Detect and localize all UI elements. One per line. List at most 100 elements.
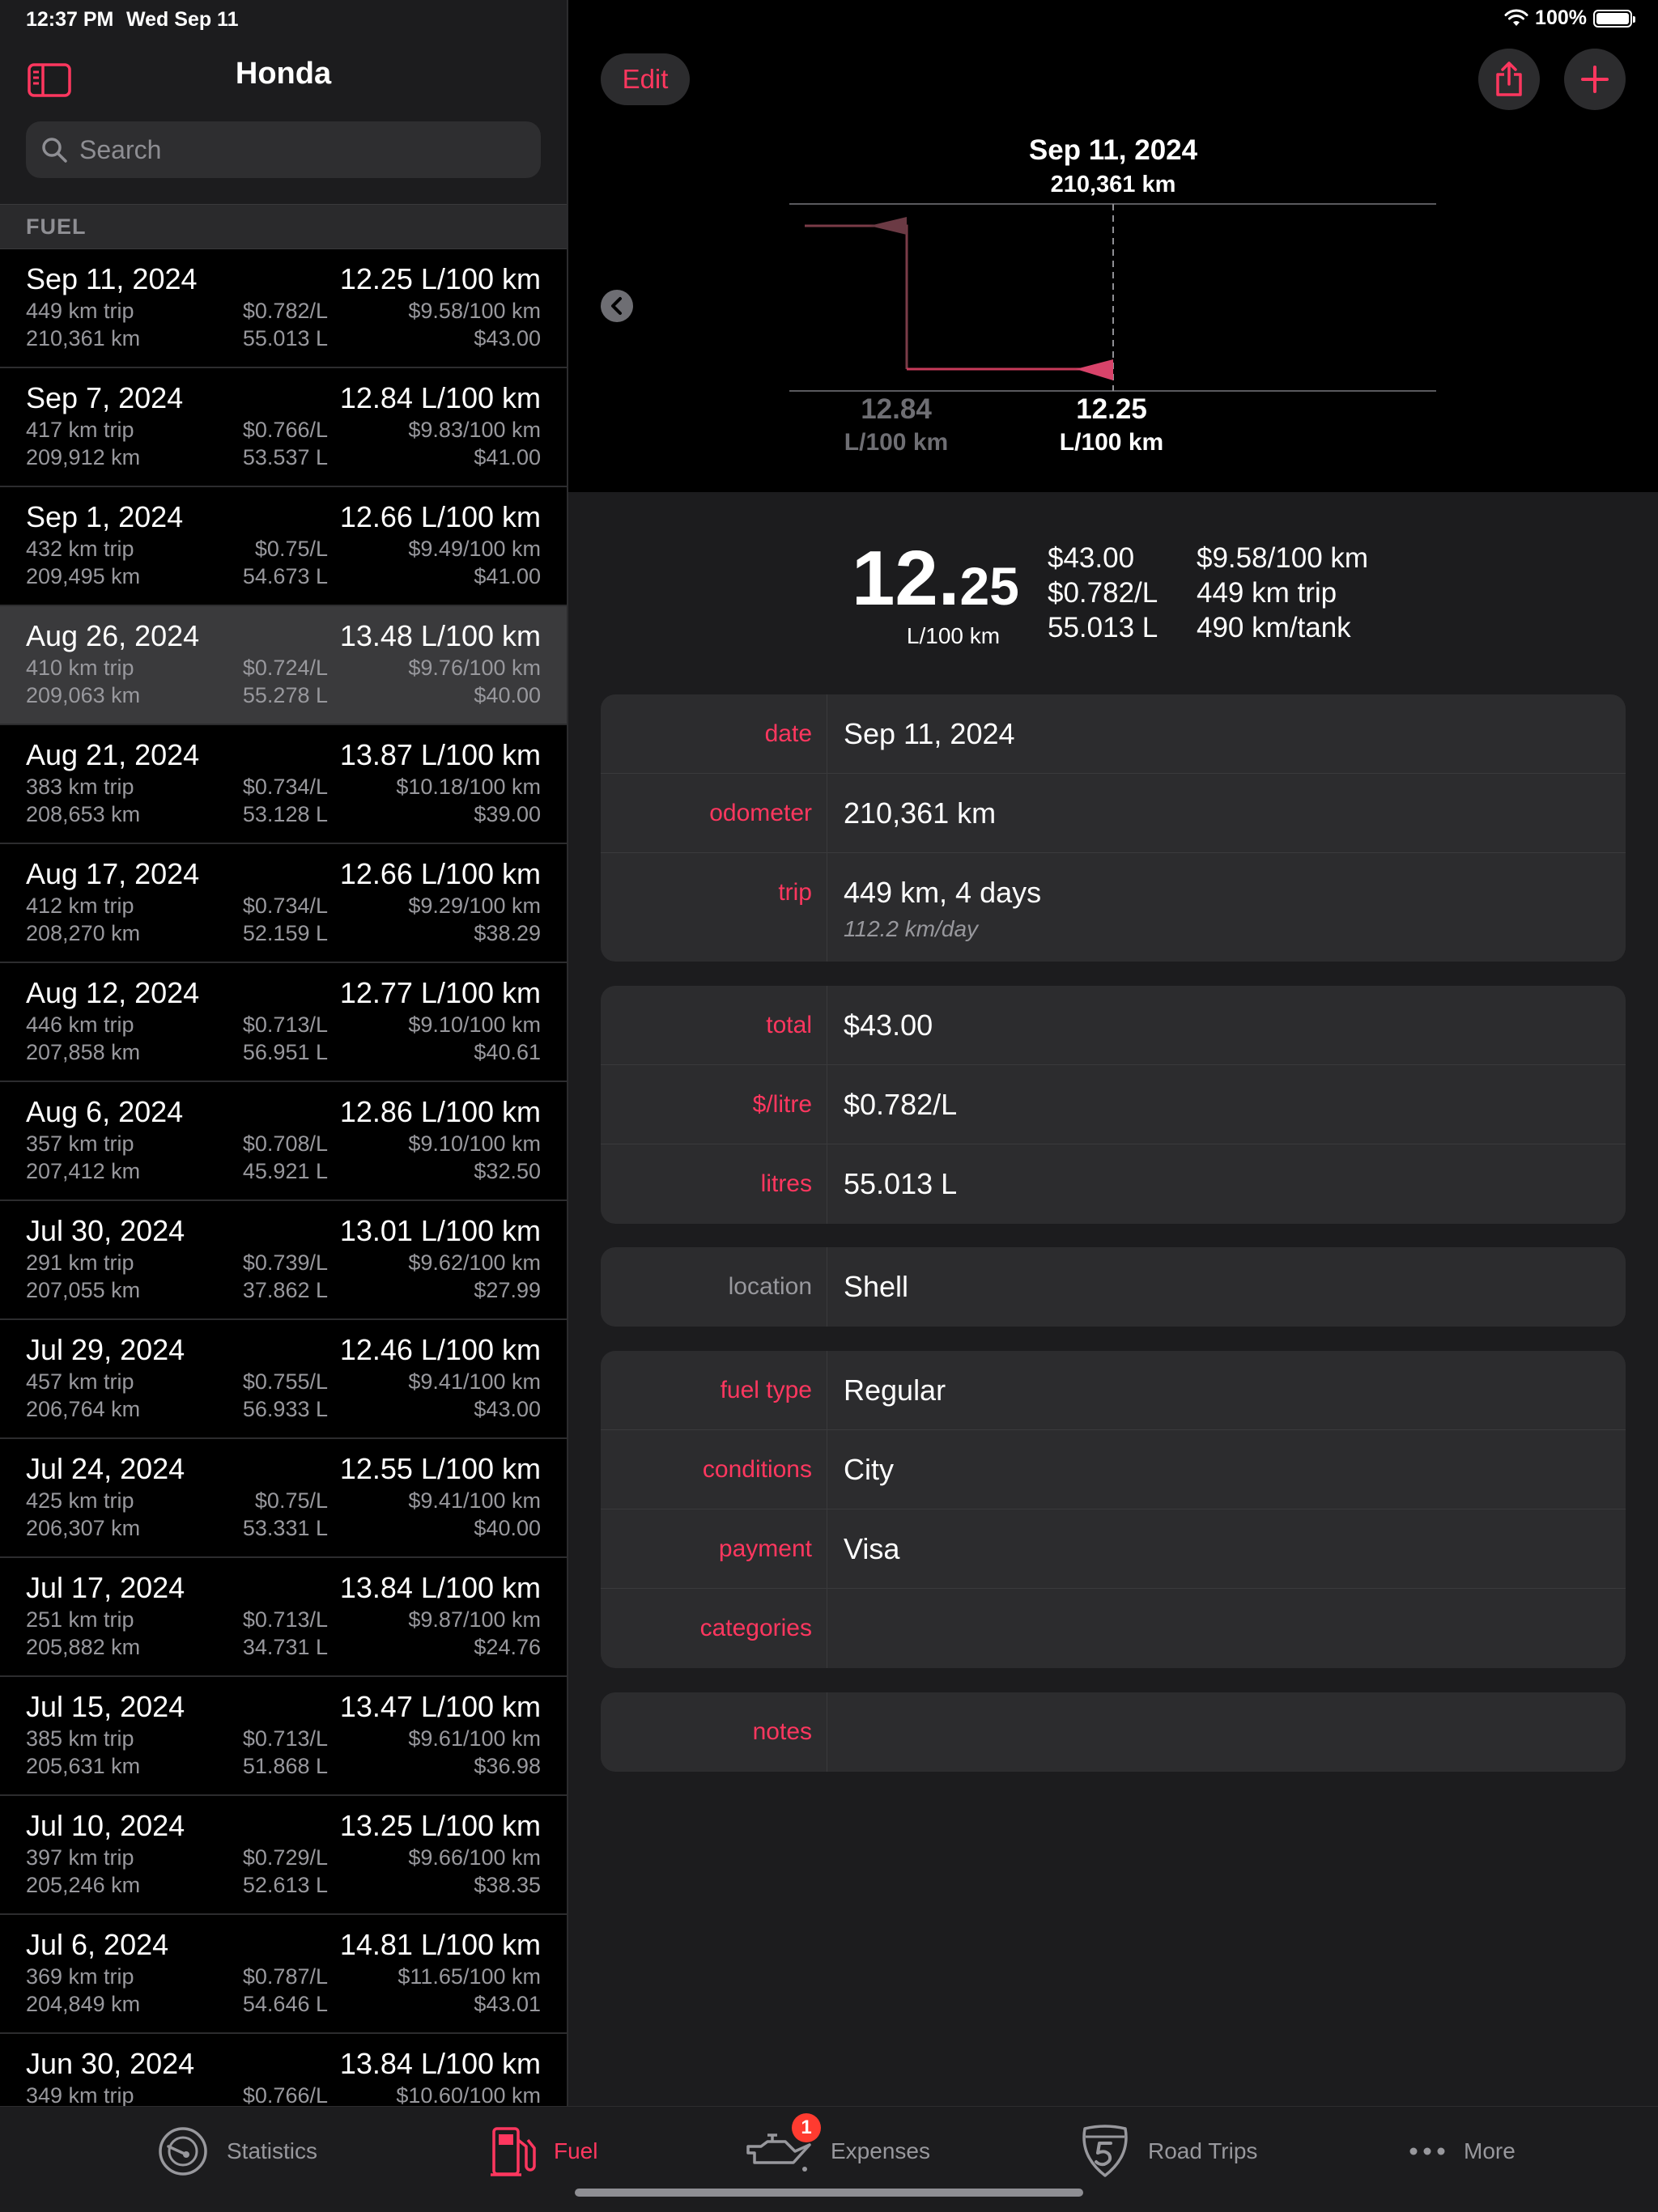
field-value: Regular xyxy=(844,1373,946,1407)
status-right: 100% xyxy=(1504,6,1635,30)
row-total: $36.98 xyxy=(474,1754,541,1778)
row-cost-per-100: $9.10/100 km xyxy=(408,1013,541,1037)
detail-panel: Sep 11, 2024 210,361 km 12.84 L/100 km 1… xyxy=(568,0,1658,2106)
row-price-per-litre: $0.734/L xyxy=(242,894,328,918)
fuel-list-item[interactable]: Sep 1, 2024 12.66 L/100 km 432 km trip 2… xyxy=(0,487,567,606)
row-litres: 53.537 L xyxy=(242,445,328,469)
ellipsis-icon xyxy=(1409,2147,1445,2155)
add-button[interactable] xyxy=(1564,49,1626,110)
row-date: Jul 10, 2024 xyxy=(26,1809,185,1842)
edit-button[interactable]: Edit xyxy=(601,53,690,105)
row-cost-per-100: $9.10/100 km xyxy=(408,1131,541,1156)
chart-area: Sep 11, 2024 210,361 km 12.84 L/100 km 1… xyxy=(568,0,1658,492)
chart-prev-value: 12.84 xyxy=(861,393,932,425)
tab-more[interactable]: More xyxy=(1409,2123,1516,2180)
row-trip: 457 km trip xyxy=(26,1369,134,1394)
row-date: Sep 11, 2024 xyxy=(26,262,198,295)
card-notes: notes xyxy=(601,1692,1626,1772)
summary-litres: 55.013 L xyxy=(1048,612,1158,643)
row-litres: 56.933 L xyxy=(242,1397,328,1421)
row-odometer: 205,246 km xyxy=(26,1873,141,1897)
field-fuel-type[interactable]: fuel type Regular xyxy=(601,1351,1626,1430)
row-cost-per-100: $9.58/100 km xyxy=(408,299,541,323)
field-total[interactable]: total $43.00 xyxy=(601,986,1626,1065)
field-label: litres xyxy=(601,1144,827,1224)
fuel-list-item[interactable]: Aug 6, 2024 12.86 L/100 km 357 km trip 2… xyxy=(0,1082,567,1201)
fuel-list-item[interactable]: Jul 6, 2024 14.81 L/100 km 369 km trip 2… xyxy=(0,1915,567,2034)
field-conditions[interactable]: conditions City xyxy=(601,1430,1626,1509)
row-odometer: 209,912 km xyxy=(26,445,141,469)
fuel-list-item[interactable]: Jul 15, 2024 13.47 L/100 km 385 km trip … xyxy=(0,1677,567,1796)
row-total: $24.76 xyxy=(474,1635,541,1659)
row-odometer: 209,063 km xyxy=(26,683,141,707)
field-date[interactable]: date Sep 11, 2024 xyxy=(601,694,1626,774)
fuel-list-item[interactable]: Sep 7, 2024 12.84 L/100 km 417 km trip 2… xyxy=(0,368,567,487)
row-price-per-litre: $0.724/L xyxy=(242,656,328,680)
row-odometer: 207,412 km xyxy=(26,1159,141,1183)
row-date: Sep 1, 2024 xyxy=(26,500,184,533)
fuel-list-item[interactable]: Jul 29, 2024 12.46 L/100 km 457 km trip … xyxy=(0,1320,567,1439)
field-odometer[interactable]: odometer 210,361 km xyxy=(601,774,1626,853)
plus-icon xyxy=(1581,66,1609,93)
row-trip: 449 km trip xyxy=(26,299,134,323)
fuel-list-item[interactable]: Aug 12, 2024 12.77 L/100 km 446 km trip … xyxy=(0,963,567,1082)
share-button[interactable] xyxy=(1478,49,1540,110)
field-value: Sep 11, 2024 xyxy=(844,717,1015,750)
fuel-list-item[interactable]: Aug 17, 2024 12.66 L/100 km 412 km trip … xyxy=(0,844,567,963)
tab-statistics[interactable]: Statistics xyxy=(157,2123,317,2180)
summary-total: $43.00 xyxy=(1048,542,1135,574)
row-odometer: 206,764 km xyxy=(26,1397,141,1421)
row-date: Jul 29, 2024 xyxy=(26,1333,185,1366)
search-input[interactable] xyxy=(78,134,534,166)
fuel-list-item[interactable]: Sep 11, 2024 12.25 L/100 km 449 km trip … xyxy=(0,249,567,368)
row-efficiency: 12.66 L/100 km xyxy=(339,500,541,533)
field-payment[interactable]: payment Visa xyxy=(601,1509,1626,1589)
row-litres: 34.731 L xyxy=(242,1635,328,1659)
field-trip[interactable]: trip 449 km, 4 days 112.2 km/day xyxy=(601,853,1626,962)
row-odometer: 205,631 km xyxy=(26,1754,141,1778)
row-total: $40.00 xyxy=(474,683,541,707)
row-cost-per-100: $9.66/100 km xyxy=(408,1845,541,1870)
row-odometer: 205,882 km xyxy=(26,1635,141,1659)
tab-expenses[interactable]: Expenses xyxy=(745,2123,930,2180)
tab-road-trips[interactable]: Road Trips xyxy=(1080,2123,1257,2180)
status-time: 12:37 PM xyxy=(26,8,114,31)
fuel-list-item[interactable]: Jul 17, 2024 13.84 L/100 km 251 km trip … xyxy=(0,1558,567,1677)
field-value: 55.013 L xyxy=(844,1167,958,1200)
field-label: categories xyxy=(601,1589,827,1668)
summary-unit: L/100 km xyxy=(906,623,1001,648)
field-litres[interactable]: litres 55.013 L xyxy=(601,1144,1626,1224)
summary-efficiency-int: 12. xyxy=(852,535,960,622)
fuel-list-item[interactable]: Jul 24, 2024 12.55 L/100 km 425 km trip … xyxy=(0,1439,567,1558)
fuel-list-item[interactable]: Aug 26, 2024 13.48 L/100 km 410 km trip … xyxy=(0,606,567,725)
row-total: $41.00 xyxy=(474,445,541,469)
row-efficiency: 12.84 L/100 km xyxy=(339,381,541,414)
row-odometer: 207,858 km xyxy=(26,1040,141,1064)
row-cost-per-100: $9.49/100 km xyxy=(408,537,541,561)
row-litres: 53.128 L xyxy=(242,802,328,826)
row-price-per-litre: $0.75/L xyxy=(254,1488,328,1513)
row-price-per-litre: $0.713/L xyxy=(242,1726,328,1751)
row-trip: 397 km trip xyxy=(26,1845,134,1870)
chevron-left-icon[interactable] xyxy=(601,290,633,322)
tab-label: More xyxy=(1464,2138,1516,2163)
field-location[interactable]: location Shell xyxy=(601,1247,1626,1327)
row-efficiency: 13.84 L/100 km xyxy=(339,1571,541,1604)
row-trip: 385 km trip xyxy=(26,1726,134,1751)
fuel-list-item[interactable]: Aug 21, 2024 13.87 L/100 km 383 km trip … xyxy=(0,725,567,844)
row-trip: 357 km trip xyxy=(26,1131,134,1156)
tab-fuel[interactable]: Fuel xyxy=(491,2123,597,2180)
field-categories[interactable]: categories xyxy=(601,1589,1626,1668)
row-date: Jul 24, 2024 xyxy=(26,1452,185,1485)
fuel-list-item[interactable]: Jul 30, 2024 13.01 L/100 km 291 km trip … xyxy=(0,1201,567,1320)
row-litres: 55.278 L xyxy=(242,683,328,707)
field-notes[interactable]: notes xyxy=(601,1692,1626,1772)
row-odometer: 208,270 km xyxy=(26,921,141,945)
summary-trip: 449 km trip xyxy=(1197,577,1337,609)
fuel-list-item[interactable]: Jul 10, 2024 13.25 L/100 km 397 km trip … xyxy=(0,1796,567,1915)
search-bar[interactable] xyxy=(26,121,541,178)
field-price-per-litre[interactable]: $/litre $0.782/L xyxy=(601,1065,1626,1144)
row-price-per-litre: $0.787/L xyxy=(242,1964,328,1989)
fuel-list-item[interactable]: Jun 30, 2024 13.84 L/100 km 349 km trip … xyxy=(0,2034,567,2106)
row-price-per-litre: $0.766/L xyxy=(242,418,328,442)
